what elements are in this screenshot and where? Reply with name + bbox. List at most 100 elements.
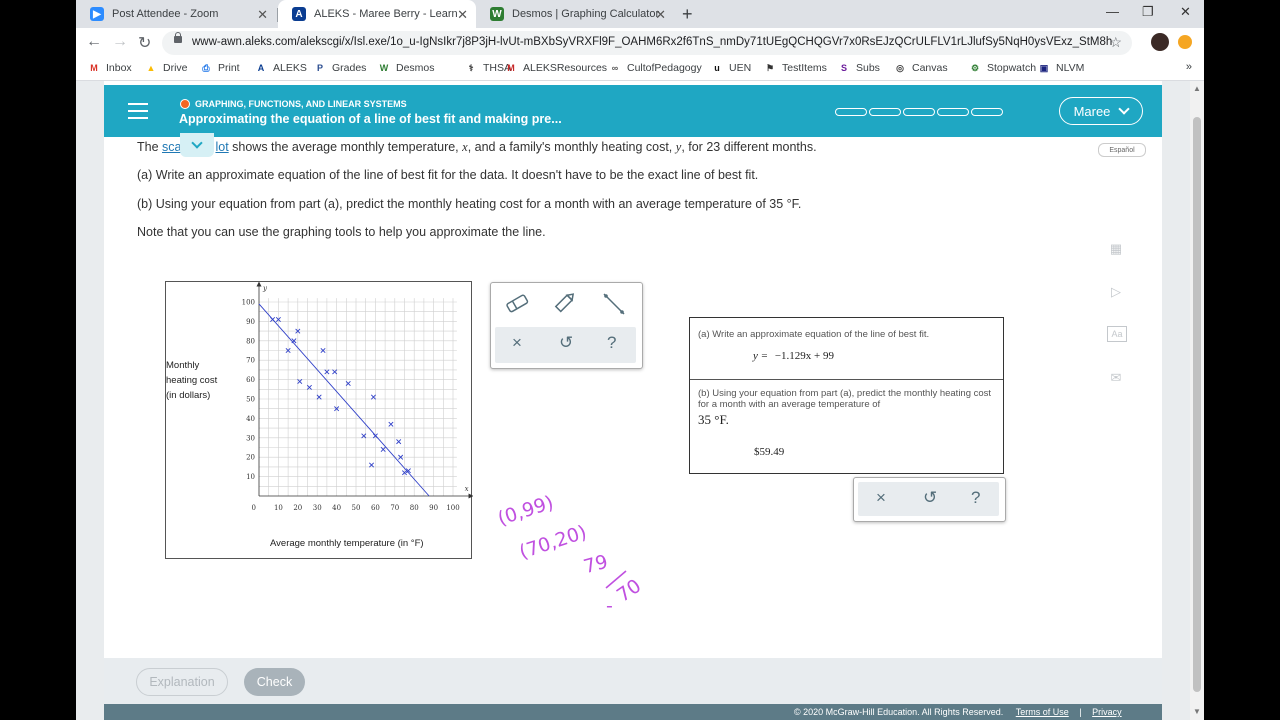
video-icon[interactable]: ▷ bbox=[1107, 284, 1125, 300]
data-point bbox=[396, 439, 402, 445]
progress-segment bbox=[937, 108, 969, 116]
bookmark-grades[interactable]: P Grades bbox=[314, 62, 366, 74]
origin-label: 0 bbox=[252, 504, 256, 512]
y-tick-label: 60 bbox=[246, 376, 255, 384]
reload-icon[interactable]: ↻ bbox=[138, 33, 151, 53]
menu-icon[interactable] bbox=[128, 103, 148, 124]
clear-icon[interactable]: × bbox=[512, 333, 522, 353]
progress-indicator bbox=[835, 108, 1005, 116]
grades-icon: P bbox=[316, 63, 323, 73]
equation-input[interactable]: y = −1.129x + 99 bbox=[753, 350, 834, 362]
explanation-button[interactable]: Explanation bbox=[136, 668, 228, 696]
progress-segment bbox=[835, 108, 867, 116]
address-bar[interactable]: www-awn.aleks.com/alekscgi/x/Isl.exe/1o_… bbox=[162, 31, 1132, 55]
copyright-bar: © 2020 McGraw-Hill Education. All Rights… bbox=[104, 704, 1162, 720]
forward-arrow-icon[interactable]: → bbox=[112, 33, 128, 51]
espanol-button[interactable]: Español bbox=[1098, 143, 1146, 157]
bookmark-uen[interactable]: u UEN bbox=[711, 62, 751, 74]
bookmark-desmos[interactable]: W Desmos bbox=[378, 62, 435, 74]
data-point bbox=[270, 316, 276, 322]
y-tick-label: 80 bbox=[246, 337, 255, 345]
thsa-icon: ⚕ bbox=[468, 62, 474, 73]
tab-zoom[interactable]: ▶ Post Attendee - Zoom ✕ bbox=[76, 0, 276, 28]
mail-icon[interactable]: ✉ bbox=[1107, 370, 1125, 386]
collapse-header-button[interactable] bbox=[180, 133, 214, 157]
more-bookmarks-icon[interactable]: » bbox=[1186, 61, 1192, 73]
scroll-up-icon[interactable]: ▲ bbox=[1193, 84, 1201, 93]
intro-text: shows the average monthly temperature, bbox=[228, 140, 463, 154]
bookmark-inbox[interactable]: M Inbox bbox=[88, 62, 131, 74]
scatter-plot[interactable]: 10 20 30 40 50 60 70 80 90 100 10 20 30 40 50 60 70 80 90 1… bbox=[165, 281, 473, 560]
handwritten-numerator: 79 bbox=[581, 551, 610, 579]
canvas-icon: ◎ bbox=[896, 62, 904, 73]
bookmark-drive[interactable]: ▲ Drive bbox=[145, 62, 188, 74]
bookmark-canvas[interactable]: ◎ Canvas bbox=[894, 62, 948, 74]
window-close-icon[interactable]: ✕ bbox=[1180, 4, 1191, 20]
minimize-icon[interactable]: — bbox=[1106, 4, 1119, 19]
bookmark-aleks[interactable]: A ALEKS bbox=[255, 62, 307, 74]
scroll-down-icon[interactable]: ▼ bbox=[1193, 707, 1201, 716]
tab-aleks[interactable]: A ALEKS - Maree Berry - Learn ✕ bbox=[278, 0, 476, 28]
part-a-text: (a) Write an approximate equation of the… bbox=[137, 168, 759, 182]
bookmark-nlvm[interactable]: ▣ NLVM bbox=[1038, 62, 1085, 74]
topic-label: GRAPHING, FUNCTIONS, AND LINEAR SYSTEMS bbox=[180, 99, 407, 109]
terms-link[interactable]: Terms of Use bbox=[1016, 707, 1069, 717]
bookmark-star-icon[interactable]: ☆ bbox=[1109, 34, 1122, 51]
eraser-icon[interactable] bbox=[505, 293, 529, 318]
url-text[interactable]: www-awn.aleks.com/alekscgi/x/Isl.exe/1o_… bbox=[192, 36, 1112, 48]
close-icon[interactable]: ✕ bbox=[457, 7, 468, 23]
aleks-icon: A bbox=[292, 7, 306, 21]
data-point bbox=[332, 369, 338, 375]
help-icon[interactable]: ? bbox=[607, 333, 616, 353]
intro-text: , and a family's monthly heating cost, bbox=[467, 140, 676, 154]
y-axis-label: Monthly heating cost (in dollars) bbox=[166, 360, 218, 401]
print-icon: ⎙ bbox=[202, 62, 210, 73]
privacy-link[interactable]: Privacy bbox=[1092, 707, 1122, 717]
tab-desmos[interactable]: W Desmos | Graphing Calculator ✕ bbox=[476, 0, 674, 28]
bookmark-testitems[interactable]: ⚑ TestItems bbox=[764, 62, 827, 74]
x-tick-label: 100 bbox=[446, 504, 459, 512]
bookmark-label: ALEKS bbox=[273, 62, 307, 74]
bookmark-label: Stopwatch bbox=[987, 62, 1037, 74]
profile-avatar[interactable] bbox=[1151, 33, 1169, 51]
maximize-icon[interactable]: ❐ bbox=[1142, 4, 1154, 20]
close-icon[interactable]: ✕ bbox=[655, 7, 666, 23]
y-tick-label: 20 bbox=[246, 454, 255, 462]
pencil-icon[interactable] bbox=[553, 292, 577, 319]
scatter-plot-link[interactable]: lot bbox=[215, 140, 228, 154]
data-point bbox=[297, 379, 303, 385]
bookmark-print[interactable]: ⎙ Print bbox=[200, 62, 239, 74]
y-tick-label: 30 bbox=[246, 434, 255, 442]
page-scrollbar[interactable]: ▲ ▼ bbox=[1190, 81, 1204, 720]
bookmark-label: NLVM bbox=[1056, 62, 1085, 74]
subs-icon: S bbox=[840, 63, 847, 73]
scrollbar-thumb[interactable] bbox=[1193, 117, 1201, 692]
undo-icon[interactable]: ↺ bbox=[923, 488, 937, 508]
y-tick-label: 90 bbox=[246, 318, 255, 326]
bookmark-aleksresources[interactable]: M ALEKSResources bbox=[505, 62, 607, 74]
back-arrow-icon[interactable]: ← bbox=[86, 33, 102, 51]
lesson-title: Approximating the equation of a line of … bbox=[179, 112, 562, 126]
scatter-plot-link[interactable]: sca bbox=[162, 140, 181, 154]
undo-icon[interactable]: ↺ bbox=[559, 333, 573, 353]
cost-input[interactable]: $59.49 bbox=[754, 446, 784, 458]
bookmark-cultofpedagogy[interactable]: ∞ CultofPedagogy bbox=[609, 62, 702, 74]
plot-svg[interactable]: 10 20 30 40 50 60 70 80 90 100 10 20 30 40 50 60 70 80 90 1… bbox=[166, 282, 473, 560]
divider bbox=[690, 379, 1003, 380]
check-button[interactable]: Check bbox=[244, 668, 305, 696]
bookmark-stopwatch[interactable]: ⚙ Stopwatch bbox=[969, 62, 1036, 74]
bookmark-subs[interactable]: S Subs bbox=[838, 62, 880, 74]
x-tick-label: 80 bbox=[410, 504, 419, 512]
extension-icon[interactable] bbox=[1178, 35, 1192, 49]
close-icon[interactable]: ✕ bbox=[257, 7, 268, 23]
part-b-text: (b) Using your equation from part (a), p… bbox=[137, 197, 802, 211]
line-tool-icon[interactable] bbox=[601, 291, 627, 322]
new-tab-plus-icon[interactable]: + bbox=[682, 4, 693, 25]
clear-icon[interactable]: × bbox=[876, 488, 886, 508]
nlvm-icon: ▣ bbox=[1039, 62, 1049, 73]
dictionary-icon[interactable]: Aa bbox=[1107, 326, 1127, 342]
help-icon[interactable]: ? bbox=[971, 488, 980, 508]
calculator-icon[interactable]: ▦ bbox=[1107, 241, 1125, 257]
tab-title: ALEKS - Maree Berry - Learn bbox=[314, 8, 458, 20]
user-menu-button[interactable]: Maree bbox=[1059, 97, 1143, 125]
